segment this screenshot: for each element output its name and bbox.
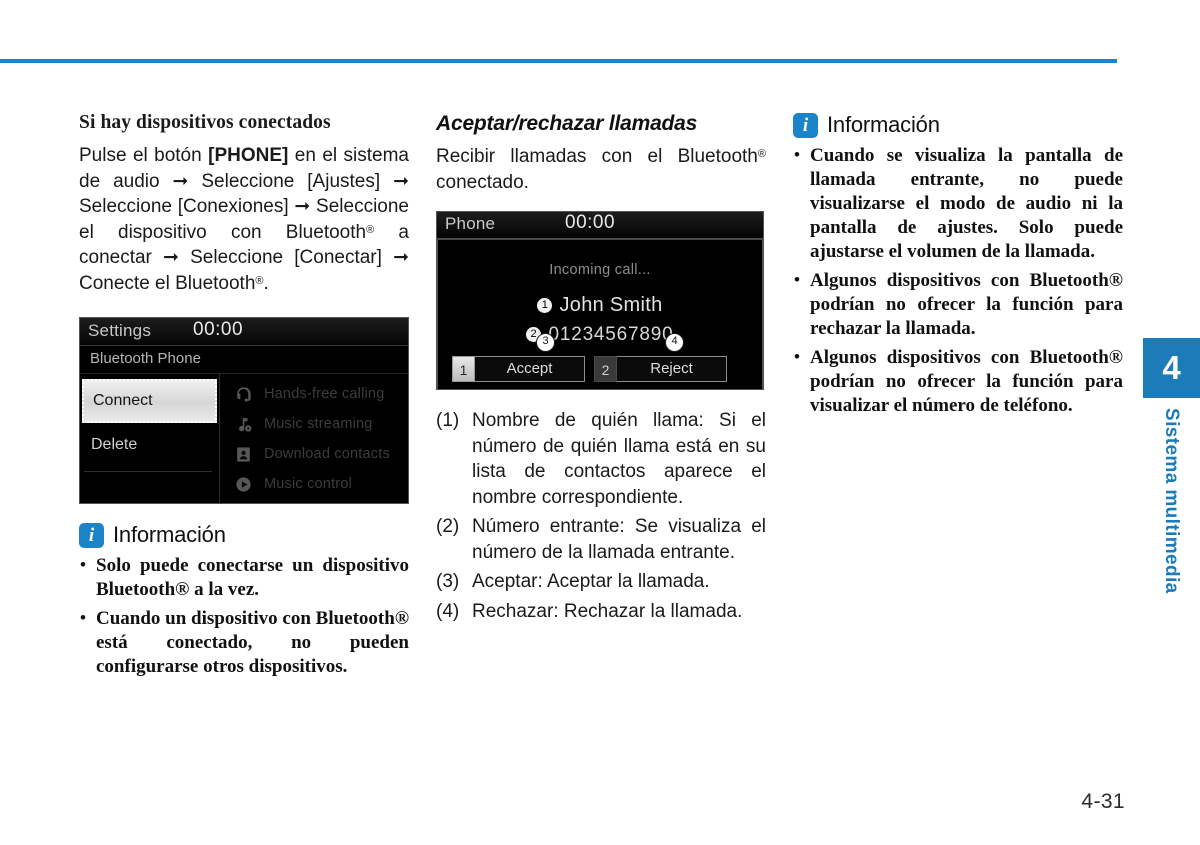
section-heading-accept-reject-calls: Aceptar/rechazar llamadas [436, 112, 698, 135]
step-text-part-1: Pulse el botón [79, 145, 209, 166]
settings-connect-button: Connect [82, 379, 217, 423]
callout-item-label: (3) [436, 571, 460, 592]
accept-key-badge: 1 [452, 356, 475, 382]
info-icon: i [793, 112, 818, 138]
call-action-buttons: 1 Accept 2 Reject [452, 356, 748, 382]
paragraph-receive-calls: Recibir llamadas con el Bluetooth® conec… [436, 144, 766, 195]
column-middle: Aceptar/rechazar llamadas Recibir llamad… [436, 112, 766, 628]
settings-screen-clock: 00:00 [193, 319, 244, 340]
phone-screen-clock: 00:00 [565, 212, 616, 233]
reject-key-badge: 2 [594, 356, 617, 382]
settings-feature-label: Hands-free calling [264, 386, 385, 402]
paragraph-connect-steps: Pulse el botón [PHONE] en el sistema de … [79, 143, 409, 296]
settings-feature-row: Music control [220, 469, 408, 499]
callout-item-label: (4) [436, 600, 460, 622]
phone-screen-body: Incoming call... 1 John Smith 2 0123456789… [437, 240, 763, 389]
caller-number: 01234567890 [548, 324, 674, 345]
caller-name: John Smith [559, 294, 663, 316]
info-box-title: Información [113, 522, 226, 547]
settings-screen-header: Settings 00:00 [80, 318, 408, 346]
callout-item-label: (2) [436, 516, 460, 537]
settings-screen-image: Settings 00:00 Bluetooth Phone Connect D… [79, 317, 409, 504]
settings-delete-button: Delete [91, 436, 138, 453]
intro-text-part-2: conectado. [436, 171, 529, 193]
info-list-item: Algunos dispositivos con Bluetooth® podr… [793, 268, 1123, 341]
settings-feature-label: Music streaming [264, 416, 373, 432]
info-list-item: Algunos dispositivos con Bluetooth® podr… [793, 345, 1123, 418]
music-streaming-icon [234, 415, 253, 434]
info-box-column-right: i Información Cuando se visualiza la pan… [793, 112, 1123, 418]
info-list-item: Cuando se visualiza la pantalla de llama… [793, 143, 1123, 264]
registered-mark-icon: ® [757, 148, 766, 160]
settings-screen-left-pane: Connect Delete [80, 374, 220, 503]
info-list-item: Cuando un dispositivo con Bluetooth® est… [79, 606, 409, 679]
info-list-item: Solo puede conectarse un dispositivo Blu… [79, 553, 409, 602]
chapter-name-label: Sistema multimedia [1161, 408, 1182, 594]
callout-item-text: Nombre de quién llama: Si el número de q… [472, 410, 766, 508]
callout-item-text: Número entrante: Se visualiza el número … [472, 516, 766, 563]
accept-button-label: Accept [475, 356, 585, 382]
chapter-number-tab: 4 [1143, 338, 1200, 398]
caller-name-row: 1 John Smith [438, 294, 762, 317]
settings-screen-feature-list: Hands-free calling Music streaming Downl… [220, 374, 408, 503]
info-box-title: Información [827, 112, 940, 137]
registered-mark-icon: ® [255, 274, 264, 287]
callout-marker-3: 3 [536, 333, 555, 352]
incoming-call-status: Incoming call... [549, 262, 651, 278]
settings-screen-subtitle: Bluetooth Phone [90, 350, 201, 367]
info-box-list: Cuando se visualiza la pantalla de llama… [793, 143, 1123, 418]
info-box-list: Solo puede conectarse un dispositivo Blu… [79, 553, 409, 679]
settings-feature-row: Music streaming [220, 409, 408, 439]
info-box-title-row: i Información [793, 112, 1123, 138]
callout-item-text: Rechazar: Rechazar la llamada. [472, 600, 743, 622]
callout-description-item: (2) Número entrante: Se visualiza el núm… [436, 514, 766, 565]
settings-feature-label: Download contacts [264, 446, 390, 462]
registered-mark-icon: ® [366, 223, 375, 236]
callout-description-item: (1) Nombre de quién llama: Si el número … [436, 408, 766, 510]
page-top-rule [0, 59, 1117, 63]
settings-feature-row: Hands-free calling [220, 379, 408, 409]
callout-item-text: Aceptar: Aceptar la llamada. [472, 571, 710, 592]
settings-screen-body: Connect Delete Hands-free calling Music … [80, 374, 408, 503]
callout-description-item: (3) Aceptar: Aceptar la llamada. [436, 569, 766, 595]
section-heading-connected-devices: Si hay dispositivos conectados [79, 112, 331, 133]
callout-marker-1: 1 [537, 298, 553, 313]
info-box-column-left: i Información Solo puede conectarse un d… [79, 522, 409, 679]
callout-description-list: (1) Nombre de quién llama: Si el número … [436, 408, 766, 624]
accept-call-button: 1 Accept [452, 356, 585, 382]
page-number: 4-31 [1081, 790, 1125, 813]
column-right: i Información Cuando se visualiza la pan… [793, 112, 1123, 418]
column-left: Si hay dispositivos conectados Pulse el … [79, 112, 409, 679]
settings-screen-title: Settings [88, 321, 152, 340]
settings-left-divider [84, 471, 212, 472]
info-icon: i [79, 522, 104, 548]
step-text-part-4: . [263, 272, 269, 294]
music-control-icon [234, 475, 253, 494]
callout-item-label: (1) [436, 410, 460, 431]
callout-description-item: (4) Rechazar: Rechazar la llamada. [436, 599, 766, 625]
phone-screen-title: Phone [445, 214, 496, 233]
reject-call-button: 2 Reject [594, 356, 727, 382]
callout-marker-4: 4 [665, 333, 684, 352]
settings-screen-subheader: Bluetooth Phone [80, 346, 408, 374]
info-box-title-row: i Información [79, 522, 409, 548]
intro-text-part-1: Recibir llamadas con el Bluetooth [436, 146, 758, 167]
caller-number-row: 2 01234567890 [438, 324, 762, 346]
settings-feature-row: Download contacts [220, 439, 408, 469]
reject-button-label: Reject [617, 356, 727, 382]
phone-screen-header: Phone 00:00 [437, 212, 763, 240]
headset-icon [234, 385, 253, 404]
phone-button-token: [PHONE] [208, 145, 289, 166]
download-contacts-icon [234, 445, 253, 464]
incoming-call-screen-image: Phone 00:00 Incoming call... 1 John Smith… [436, 211, 764, 390]
settings-feature-label: Music control [264, 476, 353, 492]
